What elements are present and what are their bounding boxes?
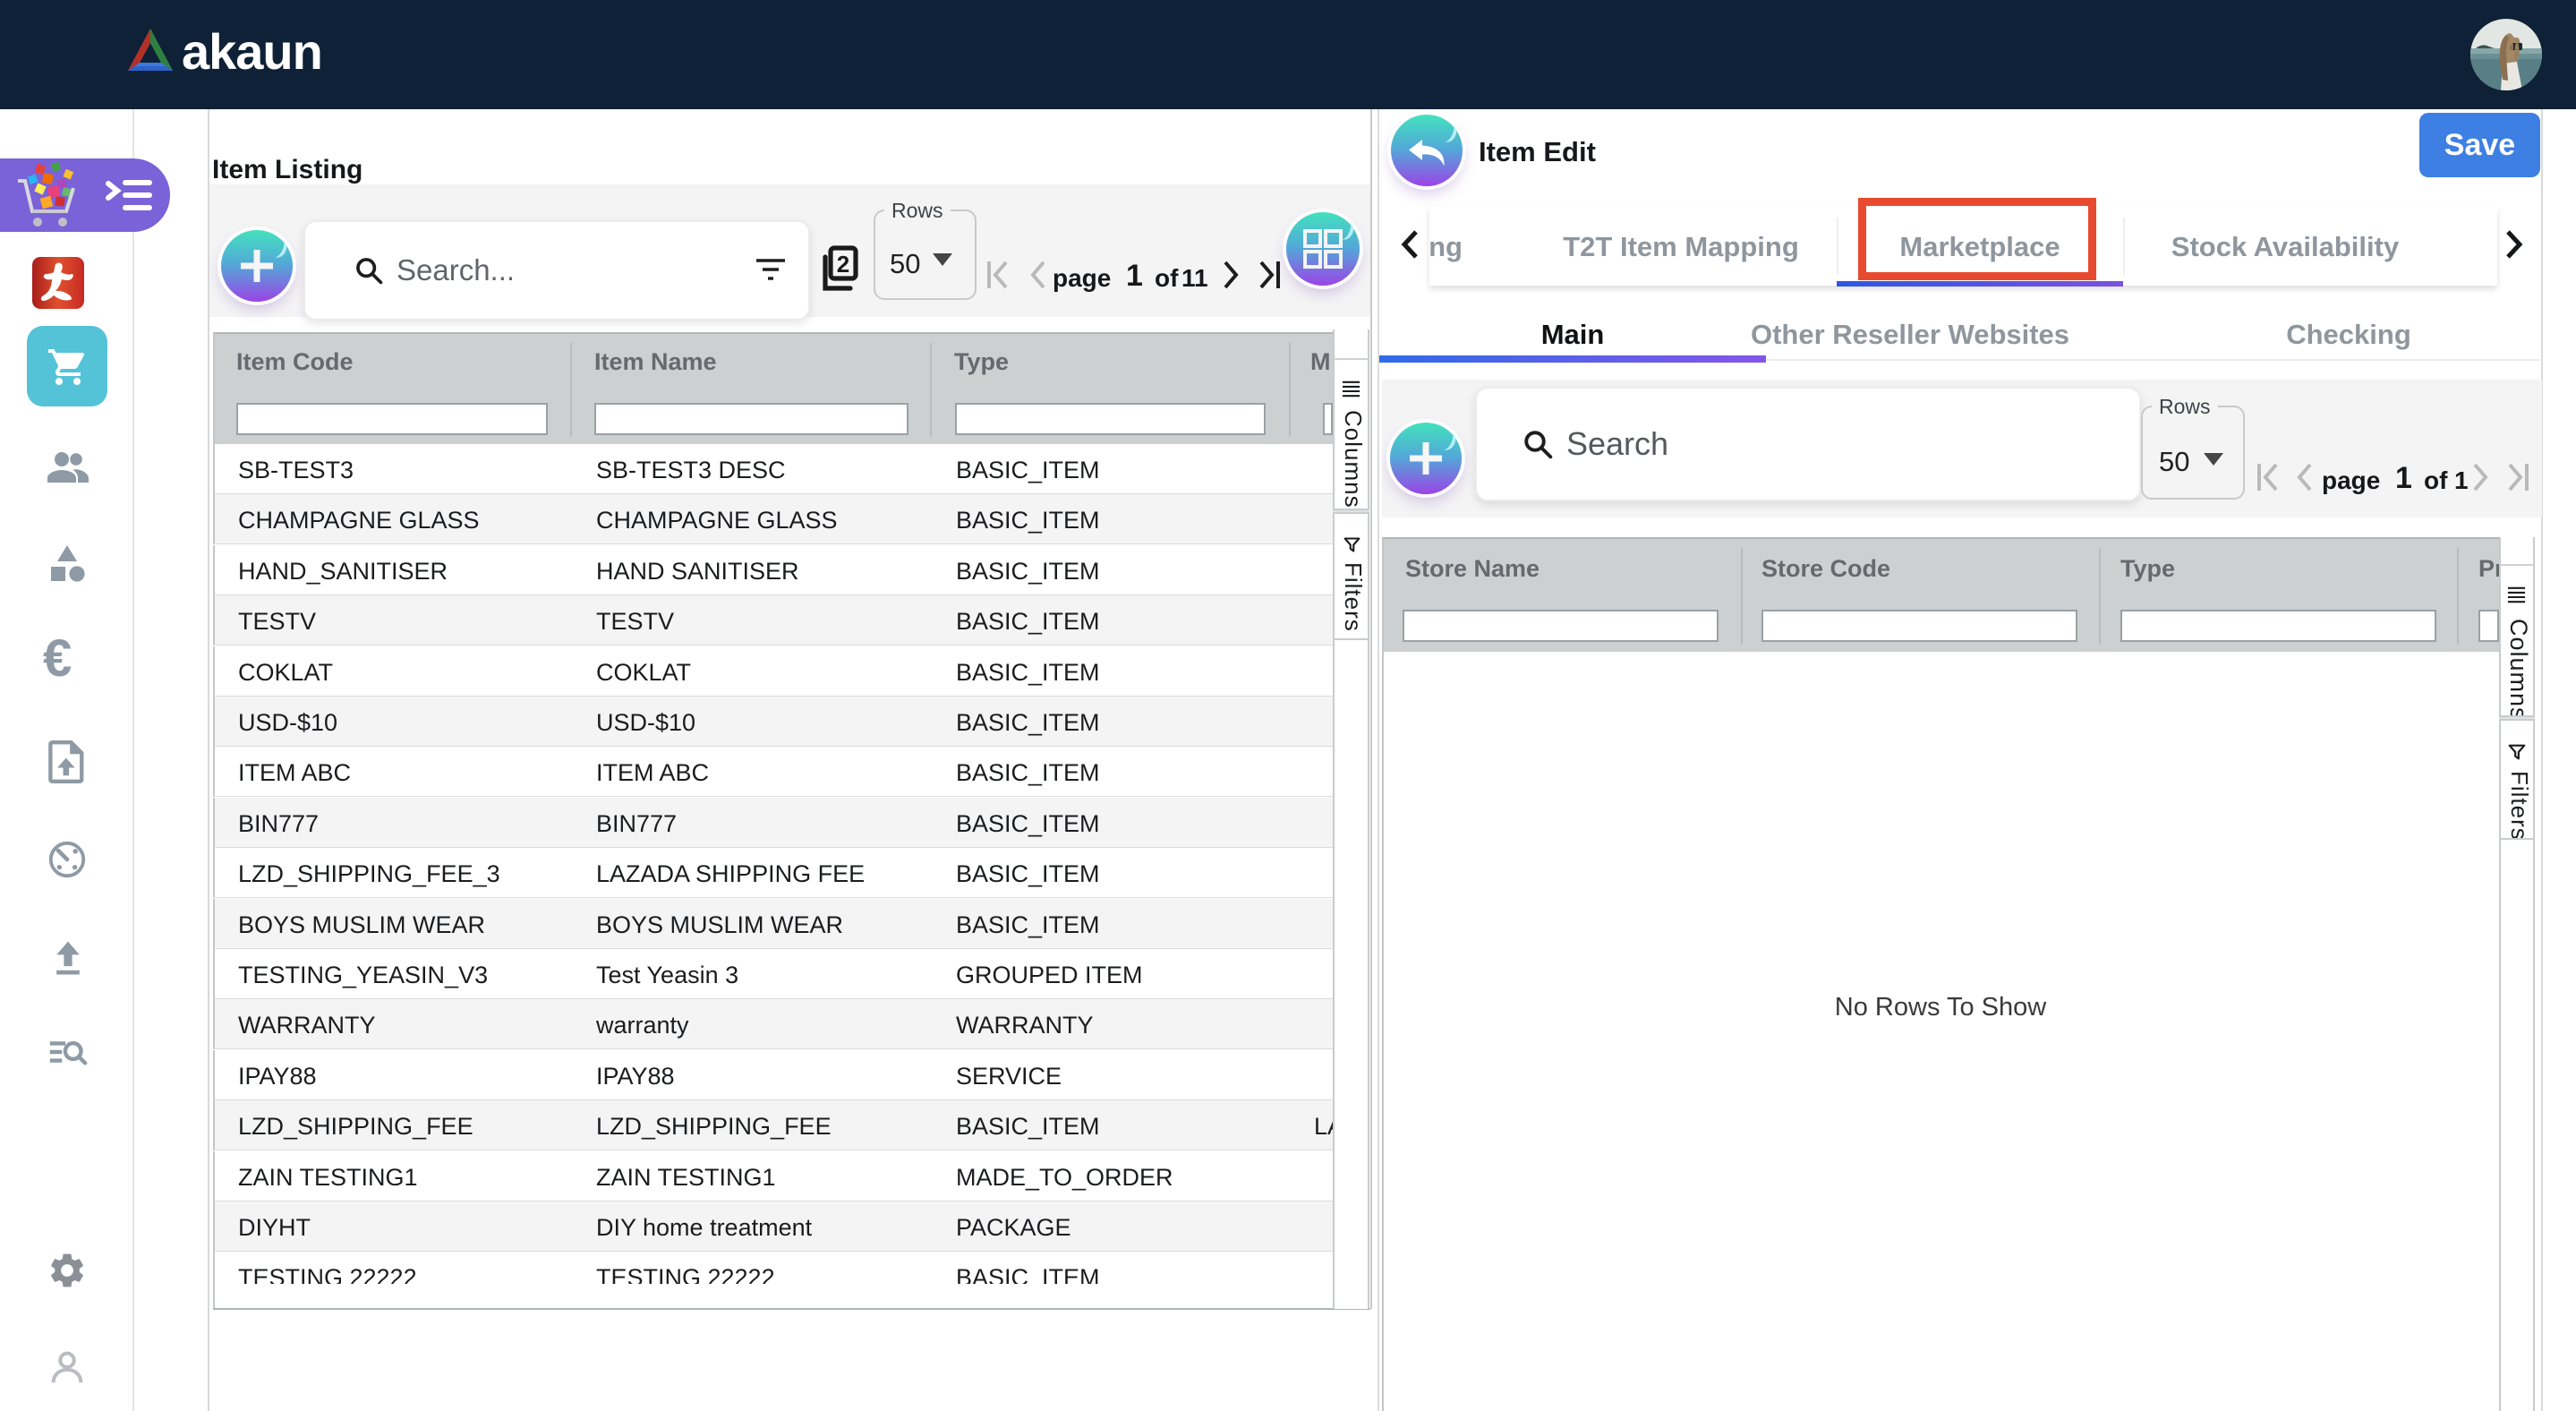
svg-text:2: 2: [837, 251, 849, 278]
